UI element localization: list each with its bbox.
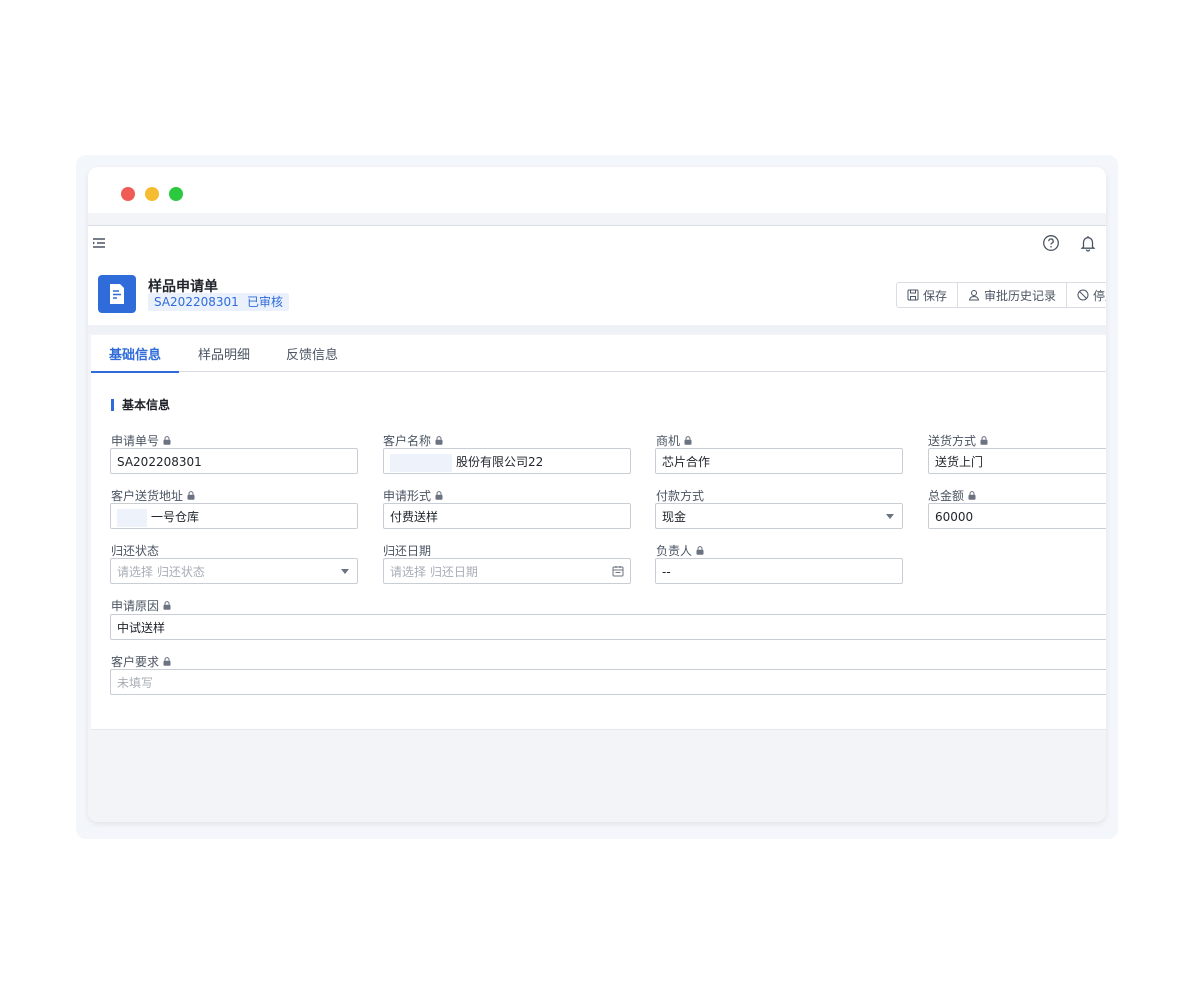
window-titlebar [88,167,1106,213]
user-stamp-icon [968,290,980,301]
section-title: 基本信息 [111,399,170,411]
header-separator [88,325,1106,334]
action-button-group: 保存 审批历史记录 停用 [896,282,1106,308]
total-amount-field[interactable]: 60000 [928,503,1106,529]
save-button[interactable]: 保存 [897,283,959,307]
customer-address-label: 客户送货地址 [111,487,195,504]
customer-address-field[interactable]: 一号仓库 [110,503,358,529]
close-window-button[interactable] [121,187,135,201]
calendar-icon [612,566,624,577]
approval-history-button[interactable]: 审批历史记录 [958,283,1068,307]
apply-form-field[interactable]: 付费送样 [383,503,631,529]
bell-icon[interactable] [1079,234,1097,252]
return-date-picker[interactable]: 请选择 归还日期 [383,558,631,584]
help-icon[interactable] [1042,234,1060,252]
disable-button-label: 停用 [1093,288,1106,303]
tab-basic-info[interactable]: 基础信息 [91,344,179,373]
minimize-window-button[interactable] [145,187,159,201]
chevron-down-icon [886,514,894,519]
chevron-down-icon [341,569,349,574]
apply-form-label: 申请形式 [383,487,443,504]
owner-label: 负责人 [656,542,704,559]
document-icon [98,275,136,313]
lock-icon [163,436,171,445]
status-badge: 已审核 [241,293,290,311]
opportunity-label: 商机 [656,432,692,449]
lock-icon [435,436,443,445]
opportunity-field[interactable]: 芯片合作 [655,448,903,474]
payment-method-label: 付款方式 [656,489,705,503]
app-window: 样品申请单 SA202208301 已审核 保存 审批历史记录 停 基础信息 样… [88,167,1106,822]
customer-name-field[interactable]: 股份有限公司22 [383,448,631,474]
delivery-method-field[interactable]: 送货上门 [928,448,1106,474]
payment-method-select[interactable]: 现金 [655,503,903,529]
lock-icon [968,491,976,500]
form-panel: 基础信息 样品明细 反馈信息 基本信息 申请单号 SA202208301 客户名… [91,335,1106,729]
page-header: 样品申请单 SA202208301 已审核 保存 审批历史记录 停 [88,262,1106,325]
customer-name-label: 客户名称 [383,432,443,449]
customer-requirement-field[interactable]: 未填写 [110,669,1106,695]
ban-icon [1077,289,1089,301]
customer-requirement-label: 客户要求 [111,653,171,670]
top-toolbar [88,225,1106,263]
apply-no-label: 申请单号 [111,432,171,449]
apply-no-field[interactable]: SA202208301 [110,448,358,474]
return-date-label: 归还日期 [383,544,432,558]
tab-sample-details[interactable]: 样品明细 [198,344,250,371]
lock-icon [163,657,171,666]
menu-collapse-icon[interactable] [92,236,106,250]
lock-icon [684,436,692,445]
maximize-window-button[interactable] [169,187,183,201]
approval-history-label: 审批历史记录 [984,288,1057,303]
document-code-badge: SA202208301 [148,293,245,311]
delivery-method-label: 送货方式 [928,432,988,449]
titlebar-gap [88,213,1106,225]
owner-field[interactable]: -- [655,558,903,584]
lock-icon [980,436,988,445]
tab-feedback[interactable]: 反馈信息 [286,344,338,371]
disable-button[interactable]: 停用 [1067,283,1106,307]
panel-bottom-divider [91,729,1106,730]
save-button-label: 保存 [923,288,948,303]
tab-bar: 基础信息 样品明细 反馈信息 [91,335,1106,373]
save-icon [907,289,919,301]
return-status-label: 归还状态 [111,544,160,558]
lock-icon [163,601,171,610]
total-amount-label: 总金额 [928,487,976,504]
apply-reason-label: 申请原因 [111,597,171,614]
lock-icon [696,546,704,555]
return-status-select[interactable]: 请选择 归还状态 [110,558,358,584]
apply-reason-field[interactable]: 中试送样 [110,614,1106,640]
lock-icon [435,491,443,500]
lock-icon [187,491,195,500]
